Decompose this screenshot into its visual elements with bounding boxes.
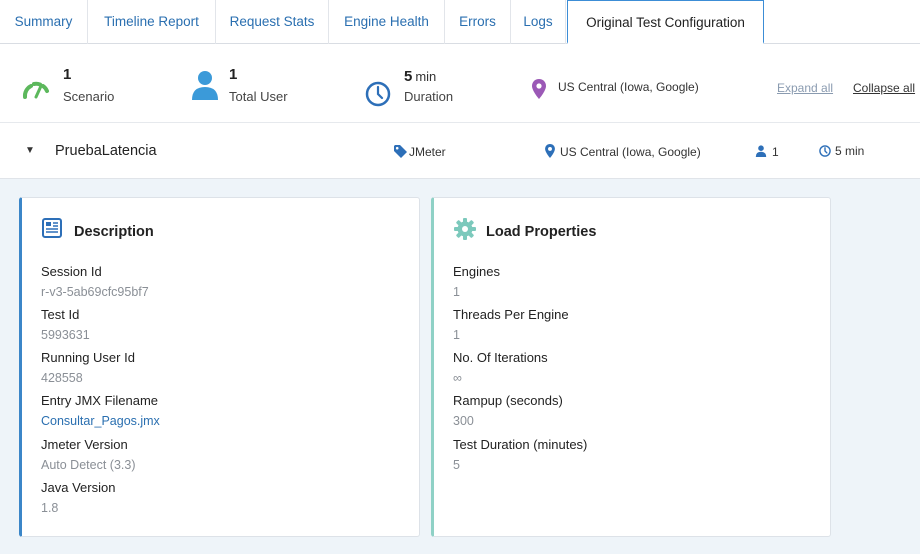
tag-icon [394, 145, 407, 161]
scenario-engine: JMeter [409, 145, 446, 159]
scenario-label: Scenario [63, 89, 115, 104]
duration-value: 5 min [404, 68, 436, 85]
caret-down-icon[interactable]: ▼ [25, 145, 35, 156]
tab-engine-health[interactable]: Engine Health [329, 0, 445, 44]
user-icon [755, 144, 767, 161]
java-version-label: Java Version [41, 480, 116, 495]
entry-jmx-filename-link[interactable]: Consultar_Pagos.jmx [41, 414, 160, 428]
running-user-id-value: 428558 [41, 371, 83, 385]
gauge-icon [22, 78, 50, 103]
configuration-panel: Description Session Id r-v3-5ab69cfc95bf… [0, 179, 920, 554]
engines-label: Engines [453, 264, 500, 279]
rampup-value: 300 [453, 414, 474, 428]
user-icon [190, 69, 220, 104]
tab-summary[interactable]: Summary [0, 0, 88, 44]
tab-errors[interactable]: Errors [445, 0, 511, 44]
location-text: US Central (Iowa, Google) [558, 80, 699, 94]
total-user-count: 1 [229, 66, 238, 83]
tab-timeline-report[interactable]: Timeline Report [88, 0, 216, 44]
jmeter-version-label: Jmeter Version [41, 437, 128, 452]
test-id-label: Test Id [41, 307, 80, 322]
gear-icon [454, 218, 476, 243]
summary-bar: 1 Scenario 1 Total User 5 min Duration US… [0, 45, 920, 123]
entry-jmx-filename-label: Entry JMX Filename [41, 393, 159, 408]
jmeter-version-value: Auto Detect (3.3) [41, 458, 136, 472]
scenario-count: 1 [63, 66, 72, 83]
scenario-users: 1 [772, 145, 779, 159]
description-card: Description Session Id r-v3-5ab69cfc95bf… [19, 197, 420, 537]
iterations-value: ∞ [453, 371, 462, 385]
java-version-value: 1.8 [41, 501, 59, 515]
engines-value: 1 [453, 285, 460, 299]
load-properties-title: Load Properties [486, 224, 597, 240]
test-id-value: 5993631 [41, 328, 90, 342]
threads-per-engine-label: Threads Per Engine [453, 307, 569, 322]
duration-number: 5 [404, 68, 413, 85]
clock-icon [365, 81, 391, 110]
description-title: Description [74, 224, 154, 240]
test-duration-label: Test Duration (minutes) [453, 437, 588, 452]
tab-logs[interactable]: Logs [511, 0, 566, 44]
total-user-label: Total User [229, 89, 288, 104]
expand-all-link[interactable]: Expand all [777, 81, 833, 95]
rampup-label: Rampup (seconds) [453, 393, 563, 408]
threads-per-engine-value: 1 [453, 328, 460, 342]
collapse-all-link[interactable]: Collapse all [853, 81, 915, 95]
load-properties-card: Load Properties Engines 1 Threads Per En… [431, 197, 831, 537]
running-user-id-label: Running User Id [41, 350, 135, 365]
tab-request-stats[interactable]: Request Stats [216, 0, 329, 44]
scenario-location: US Central (Iowa, Google) [560, 145, 701, 159]
duration-unit: min [415, 69, 437, 84]
test-duration-value: 5 [453, 458, 460, 472]
clock-icon [819, 145, 831, 160]
location-pin-icon [545, 144, 555, 161]
location-pin-icon [532, 79, 546, 102]
session-id-label: Session Id [41, 264, 102, 279]
scenario-duration: 5 min [835, 144, 865, 158]
session-id-value: r-v3-5ab69cfc95bf7 [41, 285, 149, 299]
tab-bar: Summary Timeline Report Request Stats En… [0, 0, 920, 44]
iterations-label: No. Of Iterations [453, 350, 548, 365]
document-icon [42, 218, 62, 241]
duration-label: Duration [404, 89, 454, 104]
scenario-name: PruebaLatencia [55, 143, 157, 159]
scenario-row[interactable]: ▼ PruebaLatencia JMeter US Central (Iowa… [0, 124, 920, 179]
tab-original-test-configuration[interactable]: Original Test Configuration [567, 0, 764, 44]
